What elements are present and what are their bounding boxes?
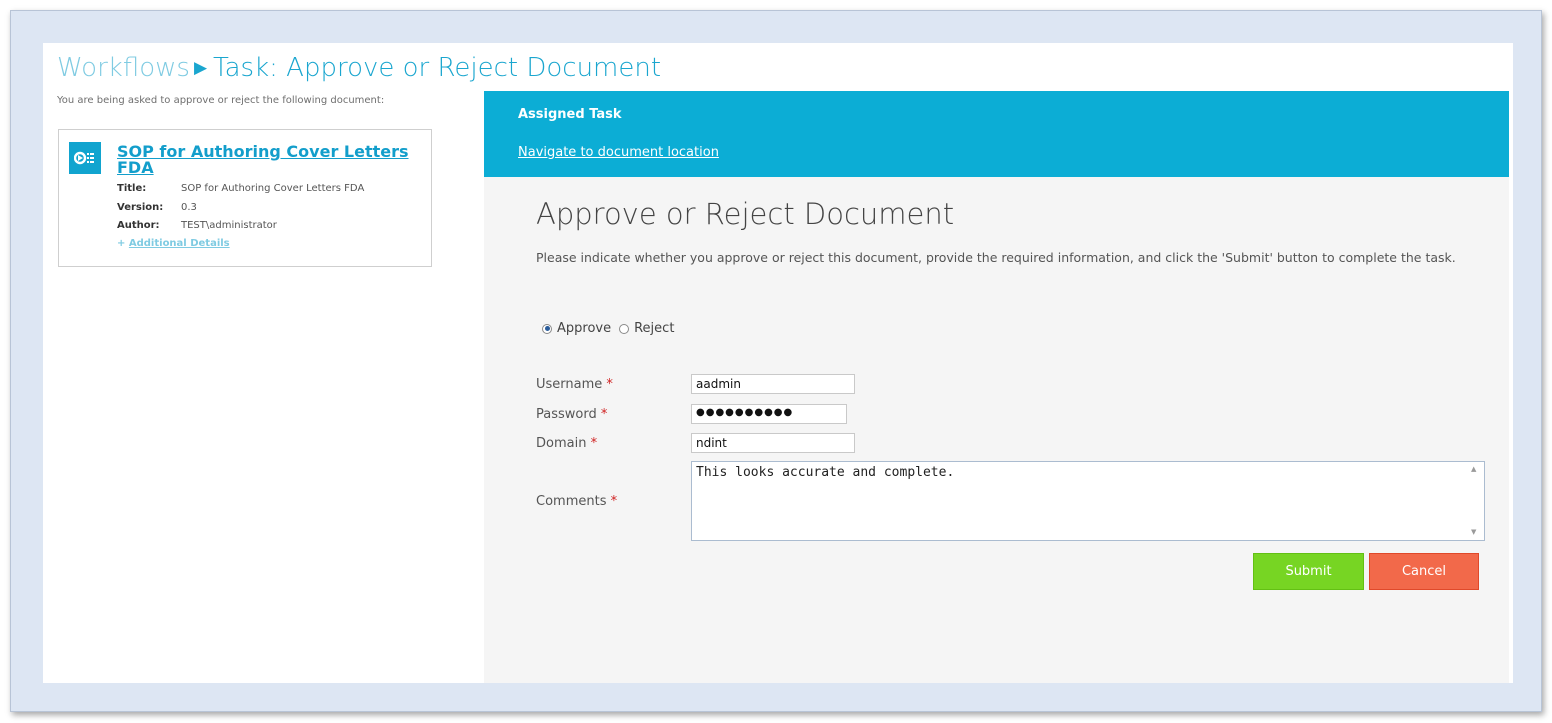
meta-version-row: Version: 0.3 — [117, 202, 197, 213]
meta-version-value: 0.3 — [181, 202, 197, 213]
expand-plus-icon: + — [117, 238, 126, 249]
form-description: Please indicate whether you approve or r… — [536, 250, 1456, 265]
form-title: Approve or Reject Document — [536, 197, 955, 231]
meta-author-value: TEST\administrator — [181, 220, 277, 231]
password-label-text: Password — [536, 407, 597, 422]
page-content: Workflows ▶ Task: Approve or Reject Docume… — [43, 43, 1513, 683]
domain-input[interactable]: ndint — [691, 433, 855, 453]
document-card: SOP for Authoring Cover Letters FDA Titl… — [58, 129, 432, 267]
password-label: Password * — [536, 407, 607, 422]
username-input[interactable]: aadmin — [691, 374, 855, 394]
document-link[interactable]: SOP for Authoring Cover Letters FDA — [117, 144, 417, 176]
approve-radio[interactable] — [542, 323, 552, 334]
task-header: Assigned Task Navigate to document locat… — [484, 91, 1509, 177]
meta-title-row: Title: SOP for Authoring Cover Letters FD… — [117, 183, 364, 194]
cancel-button[interactable]: Cancel — [1369, 553, 1479, 590]
meta-version-label: Version: — [117, 202, 164, 213]
additional-details: + Additional Details — [117, 238, 230, 249]
comments-label: Comments * — [536, 494, 617, 509]
required-marker: * — [600, 407, 608, 422]
domain-label-text: Domain — [536, 436, 587, 451]
submit-button[interactable]: Submit — [1253, 553, 1364, 590]
navigate-to-document-link[interactable]: Navigate to document location — [518, 145, 719, 160]
breadcrumb-workflows[interactable]: Workflows — [57, 53, 190, 83]
username-label-text: Username — [536, 377, 603, 392]
required-marker: * — [610, 494, 618, 509]
reject-label[interactable]: Reject — [634, 321, 674, 336]
decision-radio-group: Approve Reject — [542, 321, 682, 336]
scroll-down-arrow-icon[interactable]: ▼ — [1471, 528, 1476, 536]
intro-text: You are being asked to approve or reject… — [57, 95, 385, 106]
domain-label: Domain * — [536, 436, 597, 451]
password-input[interactable]: ●●●●●●●●●● — [691, 404, 847, 424]
reject-radio[interactable] — [619, 323, 630, 334]
comments-label-text: Comments — [536, 494, 607, 509]
meta-author-label: Author: — [117, 220, 160, 231]
meta-title-value: SOP for Authoring Cover Letters FDA — [181, 183, 365, 194]
username-label: Username * — [536, 377, 613, 392]
meta-title-label: Title: — [117, 183, 147, 194]
additional-details-link[interactable]: Additional Details — [129, 238, 230, 249]
page-title: Workflows ▶ Task: Approve or Reject Docume… — [57, 53, 661, 83]
breadcrumb-separator-icon: ▶ — [193, 58, 208, 78]
meta-author-row: Author: TEST\administrator — [117, 220, 277, 231]
required-marker: * — [590, 436, 598, 451]
task-panel: Assigned Task Navigate to document locat… — [484, 91, 1509, 683]
scroll-up-arrow-icon[interactable]: ▲ — [1471, 465, 1476, 473]
required-marker: * — [606, 377, 613, 392]
breadcrumb-current: Task: Approve or Reject Document — [213, 53, 662, 83]
approve-label[interactable]: Approve — [557, 321, 611, 336]
comments-textarea[interactable]: This looks accurate and complete. — [691, 461, 1485, 541]
assigned-task-label: Assigned Task — [518, 107, 622, 122]
window-frame: Workflows ▶ Task: Approve or Reject Docume… — [10, 10, 1542, 712]
document-type-icon — [69, 142, 101, 174]
